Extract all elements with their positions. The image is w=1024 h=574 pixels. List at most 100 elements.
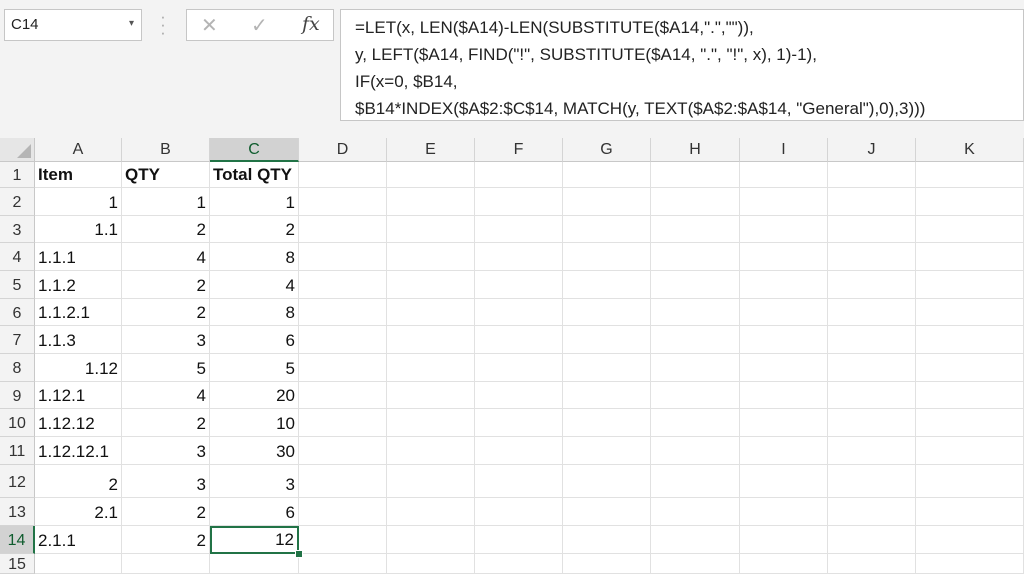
cell[interactable] <box>828 465 916 498</box>
row-header-1[interactable]: 1 <box>0 162 35 188</box>
row-header-4[interactable]: 4 <box>0 243 35 271</box>
total-qty-cell[interactable]: 8 <box>210 243 299 271</box>
cell[interactable] <box>475 382 563 409</box>
item-cell[interactable]: 1.12.12 <box>35 409 122 437</box>
column-header-a[interactable]: A <box>35 138 122 162</box>
cell[interactable] <box>299 326 387 354</box>
cell[interactable] <box>475 554 563 574</box>
cell[interactable] <box>563 465 651 498</box>
row-header-7[interactable]: 7 <box>0 326 35 354</box>
cell[interactable] <box>475 526 563 554</box>
cell[interactable] <box>651 271 740 299</box>
cell[interactable] <box>475 271 563 299</box>
cell[interactable] <box>828 382 916 409</box>
cell[interactable] <box>651 554 740 574</box>
cell[interactable] <box>563 554 651 574</box>
cancel-icon[interactable]: ✕ <box>201 13 218 38</box>
cell[interactable] <box>299 554 387 574</box>
cell[interactable] <box>475 216 563 243</box>
item-cell[interactable]: 1.12.12.1 <box>35 437 122 465</box>
row-header-8[interactable]: 8 <box>0 354 35 382</box>
cell[interactable] <box>563 498 651 526</box>
cell[interactable] <box>387 271 475 299</box>
total-qty-cell[interactable]: 2 <box>210 216 299 243</box>
cell[interactable] <box>563 526 651 554</box>
column-header-j[interactable]: J <box>828 138 916 162</box>
cell[interactable] <box>387 437 475 465</box>
cell[interactable] <box>740 162 828 188</box>
cell[interactable] <box>828 326 916 354</box>
cell[interactable] <box>387 243 475 271</box>
cell[interactable] <box>651 465 740 498</box>
cell[interactable] <box>299 188 387 216</box>
cell[interactable] <box>828 409 916 437</box>
qty-cell[interactable]: 2 <box>122 409 210 437</box>
cell[interactable] <box>740 299 828 326</box>
row-header-15[interactable]: 15 <box>0 554 35 574</box>
cell[interactable] <box>651 498 740 526</box>
total-qty-cell[interactable]: 6 <box>210 326 299 354</box>
cell[interactable] <box>651 299 740 326</box>
cell[interactable] <box>828 354 916 382</box>
cell[interactable] <box>651 243 740 271</box>
item-cell[interactable]: 1.12 <box>35 354 122 382</box>
cell[interactable] <box>475 465 563 498</box>
row-header-5[interactable]: 5 <box>0 271 35 299</box>
cell[interactable] <box>916 326 1024 354</box>
cell[interactable] <box>299 498 387 526</box>
item-cell[interactable]: 1.12.1 <box>35 382 122 409</box>
header-cell[interactable]: Total QTY <box>210 162 299 188</box>
cell[interactable] <box>651 437 740 465</box>
cell[interactable] <box>563 299 651 326</box>
row-header-13[interactable]: 13 <box>0 498 35 526</box>
cell[interactable] <box>740 465 828 498</box>
cell[interactable] <box>828 243 916 271</box>
cell[interactable] <box>651 382 740 409</box>
row-header-10[interactable]: 10 <box>0 409 35 437</box>
cell[interactable] <box>299 437 387 465</box>
item-cell[interactable]: 1.1.2.1 <box>35 299 122 326</box>
cell[interactable] <box>475 243 563 271</box>
cell[interactable] <box>740 437 828 465</box>
cell[interactable] <box>651 162 740 188</box>
cell[interactable] <box>828 437 916 465</box>
cell[interactable] <box>299 409 387 437</box>
column-header-k[interactable]: K <box>916 138 1024 162</box>
cell[interactable] <box>828 554 916 574</box>
cell[interactable] <box>35 554 122 574</box>
item-cell[interactable]: 2.1 <box>35 498 122 526</box>
item-cell[interactable]: 1 <box>35 188 122 216</box>
cell[interactable] <box>651 188 740 216</box>
cell[interactable] <box>740 382 828 409</box>
row-header-2[interactable]: 2 <box>0 188 35 216</box>
cell[interactable] <box>651 216 740 243</box>
total-qty-cell[interactable]: 6 <box>210 498 299 526</box>
cell[interactable] <box>916 271 1024 299</box>
cell[interactable] <box>475 437 563 465</box>
cell[interactable] <box>651 409 740 437</box>
qty-cell[interactable]: 2 <box>122 271 210 299</box>
cell[interactable] <box>651 326 740 354</box>
row-header-6[interactable]: 6 <box>0 299 35 326</box>
column-header-d[interactable]: D <box>299 138 387 162</box>
item-cell[interactable]: 1.1.1 <box>35 243 122 271</box>
cell[interactable] <box>916 409 1024 437</box>
qty-cell[interactable]: 2 <box>122 216 210 243</box>
select-all-button[interactable] <box>0 138 35 162</box>
cell[interactable] <box>387 465 475 498</box>
column-header-g[interactable]: G <box>563 138 651 162</box>
qty-cell[interactable]: 3 <box>122 437 210 465</box>
cell[interactable] <box>387 162 475 188</box>
header-cell[interactable]: Item <box>35 162 122 188</box>
total-qty-cell[interactable]: 30 <box>210 437 299 465</box>
cell[interactable] <box>387 554 475 574</box>
cell[interactable] <box>828 498 916 526</box>
cell[interactable] <box>299 354 387 382</box>
column-header-h[interactable]: H <box>651 138 740 162</box>
cell[interactable] <box>299 271 387 299</box>
cell[interactable] <box>740 498 828 526</box>
cell[interactable] <box>299 465 387 498</box>
cell[interactable] <box>299 216 387 243</box>
qty-cell[interactable]: 2 <box>122 498 210 526</box>
row-header-14[interactable]: 14 <box>0 526 35 554</box>
